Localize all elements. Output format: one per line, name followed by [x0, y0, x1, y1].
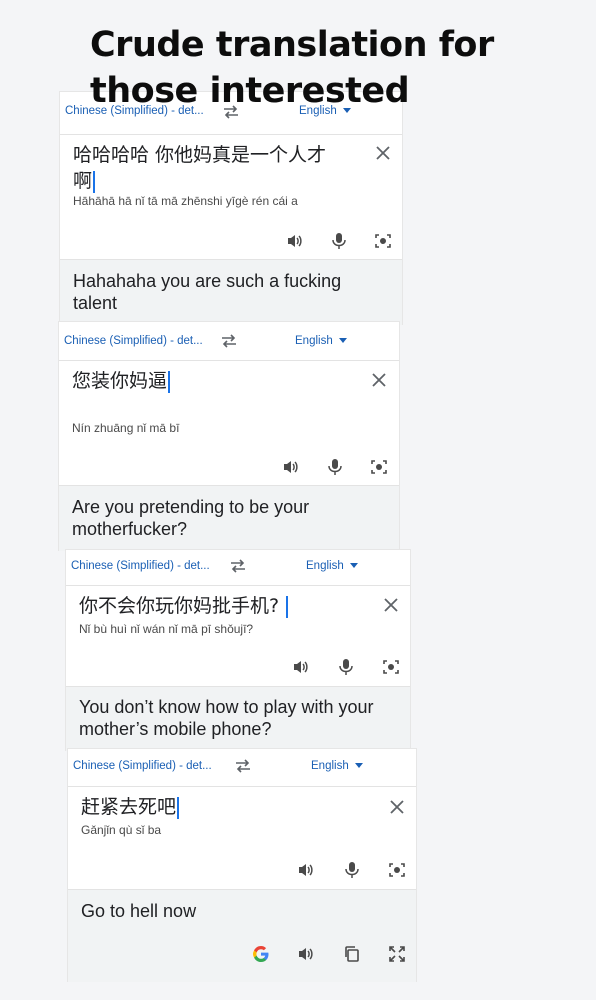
- translation-text: Go to hell now: [81, 901, 197, 921]
- source-text: 哈哈哈哈 你他妈真是一个人才啊: [73, 144, 327, 192]
- source-text: 您装你妈逼: [72, 370, 168, 392]
- source-text: 赶紧去死吧: [81, 796, 177, 818]
- close-icon[interactable]: [384, 598, 398, 612]
- camera-lens-icon[interactable]: [382, 658, 400, 676]
- translation-card-1: Chinese (Simplified) - det... English 哈哈…: [60, 92, 402, 325]
- chevron-down-icon: [349, 563, 358, 569]
- target-language-label: English: [295, 335, 333, 347]
- fullscreen-icon[interactable]: [388, 945, 406, 963]
- translation-output: Are you pretending to be your motherfuck…: [59, 485, 399, 551]
- microphone-icon[interactable]: [344, 861, 360, 879]
- source-text-input[interactable]: 您装你妈逼: [72, 368, 342, 394]
- translation-output: Go to hell now: [68, 889, 416, 982]
- swap-arrows-icon[interactable]: [220, 333, 238, 349]
- speaker-icon[interactable]: [297, 945, 315, 963]
- romanization: Gǎnjǐn qù sǐ ba: [81, 823, 162, 837]
- microphone-icon[interactable]: [338, 658, 354, 676]
- swap-arrows-icon[interactable]: [229, 558, 247, 574]
- text-cursor: [168, 370, 171, 393]
- source-language-selector[interactable]: Chinese (Simplified) - det...: [64, 335, 203, 347]
- language-bar: Chinese (Simplified) - det... English: [59, 322, 399, 361]
- romanization: Hāhāhā hā nǐ tā mā zhēnshi yīgè rén cái …: [73, 194, 298, 208]
- text-cursor: [286, 595, 289, 618]
- translation-card-2: Chinese (Simplified) - det... English 您装…: [59, 322, 399, 551]
- chevron-down-icon: [338, 338, 347, 344]
- target-language-selector[interactable]: English: [295, 335, 347, 347]
- speaker-icon[interactable]: [292, 658, 310, 676]
- source-language-selector[interactable]: Chinese (Simplified) - det...: [73, 760, 212, 772]
- camera-lens-icon[interactable]: [370, 458, 388, 476]
- target-language-selector[interactable]: English: [306, 560, 358, 572]
- source-language-selector[interactable]: Chinese (Simplified) - det...: [71, 560, 210, 572]
- language-bar: Chinese (Simplified) - det... English: [66, 550, 410, 586]
- romanization: Nǐ bù huì nǐ wán nǐ mā pī shǒujī?: [79, 622, 254, 636]
- source-text-input[interactable]: 赶紧去死吧: [81, 794, 341, 820]
- text-cursor: [177, 796, 180, 819]
- close-icon[interactable]: [390, 800, 404, 814]
- romanization: Nín zhuāng nǐ mā bī: [72, 421, 180, 435]
- post-title: Crude translation for those interested: [90, 25, 494, 111]
- microphone-icon[interactable]: [331, 232, 347, 250]
- speaker-icon[interactable]: [297, 861, 315, 879]
- microphone-icon[interactable]: [327, 458, 343, 476]
- translation-card-3: Chinese (Simplified) - det... English 你不…: [66, 550, 410, 751]
- swap-arrows-icon[interactable]: [234, 758, 252, 774]
- copy-icon[interactable]: [343, 945, 361, 963]
- speaker-icon[interactable]: [282, 458, 300, 476]
- target-language-label: English: [306, 560, 344, 572]
- language-bar: Chinese (Simplified) - det... English: [68, 749, 416, 787]
- google-g-icon[interactable]: [252, 945, 270, 963]
- source-text-input[interactable]: 哈哈哈哈 你他妈真是一个人才啊: [73, 142, 343, 194]
- translation-card-4: Chinese (Simplified) - det... English 赶紧…: [68, 749, 416, 982]
- camera-lens-icon[interactable]: [374, 232, 392, 250]
- translation-text: Hahahaha you are such a fucking talent: [73, 271, 342, 313]
- camera-lens-icon[interactable]: [388, 861, 406, 879]
- target-language-label: English: [311, 760, 349, 772]
- speaker-icon[interactable]: [286, 232, 304, 250]
- text-cursor: [93, 170, 96, 193]
- translation-text: Are you pretending to be your motherfuck…: [72, 497, 310, 539]
- translation-output: You don’t know how to play with your mot…: [66, 686, 410, 751]
- close-icon[interactable]: [376, 146, 390, 160]
- target-language-selector[interactable]: English: [311, 760, 363, 772]
- chevron-down-icon: [354, 763, 363, 769]
- source-text: 你不会你玩你妈批手机?: [79, 595, 280, 617]
- close-icon[interactable]: [372, 373, 386, 387]
- translation-text: You don’t know how to play with your mot…: [79, 697, 374, 739]
- translation-output: Hahahaha you are such a fucking talent: [60, 259, 402, 325]
- source-text-input[interactable]: 你不会你玩你妈批手机?: [79, 593, 359, 619]
